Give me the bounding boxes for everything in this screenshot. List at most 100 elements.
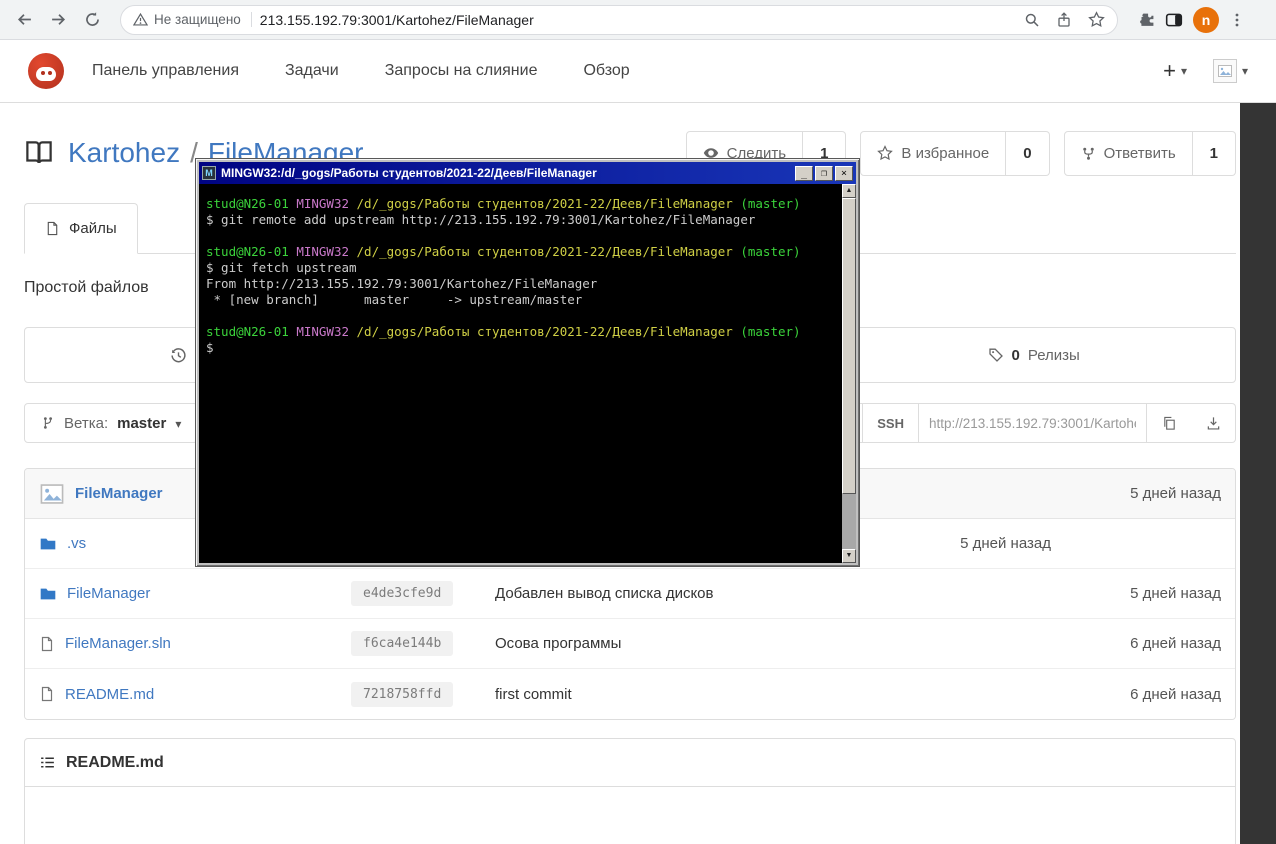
terminal-scrollbar[interactable]: ▲ ▼ bbox=[842, 184, 856, 563]
scroll-up-icon[interactable]: ▲ bbox=[842, 184, 856, 198]
list-icon bbox=[39, 754, 56, 771]
minimize-button[interactable]: _ bbox=[795, 165, 813, 181]
nav-link-explore[interactable]: Обзор bbox=[583, 62, 629, 80]
file-link[interactable]: FileManager bbox=[67, 585, 150, 602]
nav-link-pull-requests[interactable]: Запросы на слияние bbox=[385, 62, 538, 80]
committer-avatar bbox=[39, 481, 65, 507]
gogs-logo[interactable] bbox=[28, 53, 64, 89]
maximize-button[interactable]: ❐ bbox=[815, 165, 833, 181]
ssh-protocol-button[interactable]: SSH bbox=[862, 403, 918, 443]
nav-link-dashboard[interactable]: Панель управления bbox=[92, 62, 239, 80]
folder-icon bbox=[39, 535, 57, 553]
clone-url-input[interactable] bbox=[918, 403, 1146, 443]
file-age: 6 дней назад bbox=[1130, 635, 1221, 652]
branch-icon bbox=[41, 416, 55, 430]
scrollbar-thumb[interactable] bbox=[842, 198, 856, 494]
commit-sha[interactable]: 7218758ffd bbox=[351, 681, 454, 707]
terminal-window[interactable]: M MINGW32:/d/_gogs/Работы студентов/2021… bbox=[195, 158, 860, 567]
commit-message: first commit bbox=[495, 685, 572, 703]
screen: Не защищено 213.155.192.79:3001/Kartohez… bbox=[0, 0, 1276, 844]
warning-icon bbox=[133, 12, 148, 27]
browser-menu-icon[interactable] bbox=[1229, 12, 1245, 28]
releases-label: Релизы bbox=[1027, 346, 1080, 364]
table-row: README.md 7218758ffd first commit 6 дней… bbox=[25, 669, 1235, 719]
user-avatar bbox=[1212, 59, 1237, 83]
close-button[interactable]: × bbox=[835, 165, 853, 181]
table-row: FileManager e4de3cfe9d Добавлен вывод сп… bbox=[25, 569, 1235, 619]
file-link[interactable]: README.md bbox=[65, 686, 154, 703]
share-icon[interactable] bbox=[1056, 11, 1072, 28]
star-button[interactable]: В избранное bbox=[860, 130, 1007, 176]
readme-header: README.md bbox=[25, 739, 1235, 787]
repo-book-icon bbox=[24, 138, 54, 168]
security-indicator[interactable]: Не защищено bbox=[133, 12, 252, 27]
branch-name: master bbox=[117, 414, 167, 432]
url-text[interactable]: 213.155.192.79:3001/Kartohez/FileManager bbox=[260, 12, 1016, 28]
user-menu[interactable] bbox=[1212, 59, 1248, 83]
star-count[interactable]: 0 bbox=[1006, 130, 1050, 176]
zoom-icon[interactable] bbox=[1024, 12, 1040, 28]
terminal-title: MINGW32:/d/_gogs/Работы студентов/2021-2… bbox=[221, 166, 597, 180]
file-age: 6 дней назад bbox=[1130, 685, 1221, 703]
desktop-background-strip bbox=[1240, 103, 1276, 844]
extensions-puzzle-icon[interactable] bbox=[1138, 11, 1155, 28]
fork-button[interactable]: Ответвить bbox=[1063, 130, 1193, 176]
fork-group: Ответвить 1 bbox=[1063, 130, 1236, 176]
repo-owner-link[interactable]: Kartohez bbox=[68, 137, 180, 169]
terminal-icon: M bbox=[202, 166, 216, 180]
terminal-titlebar[interactable]: M MINGW32:/d/_gogs/Работы студентов/2021… bbox=[199, 162, 856, 184]
readme-title: README.md bbox=[66, 753, 164, 771]
plus-icon bbox=[1163, 60, 1176, 83]
branch-selector[interactable]: Ветка: master bbox=[24, 403, 199, 443]
new-repo-menu[interactable] bbox=[1163, 60, 1187, 83]
commit-message: Добавлен вывод списка дисков bbox=[495, 585, 714, 602]
tab-files[interactable]: Файлы bbox=[24, 203, 138, 254]
chevron-down-icon bbox=[1242, 62, 1248, 80]
chevron-down-icon bbox=[1181, 62, 1187, 80]
folder-icon bbox=[39, 585, 57, 603]
star-group: В избранное 0 bbox=[860, 130, 1050, 176]
branch-label: Ветка: bbox=[64, 414, 109, 432]
readme-panel: README.md bbox=[24, 738, 1236, 844]
browser-toolbar: Не защищено 213.155.192.79:3001/Kartohez… bbox=[0, 0, 1276, 40]
commit-message: Осова программы bbox=[495, 635, 622, 652]
star-icon bbox=[877, 145, 894, 161]
nav-link-issues[interactable]: Задачи bbox=[285, 62, 339, 80]
copy-url-button[interactable] bbox=[1146, 403, 1191, 443]
releases-count: 0 bbox=[1011, 346, 1020, 364]
fork-count[interactable]: 1 bbox=[1192, 130, 1236, 176]
file-age: 5 дней назад bbox=[960, 535, 1051, 552]
file-link[interactable]: .vs bbox=[67, 535, 86, 552]
file-icon bbox=[39, 686, 55, 702]
reload-button[interactable] bbox=[78, 6, 106, 34]
security-label: Не защищено bbox=[154, 12, 241, 27]
bookmark-star-icon[interactable] bbox=[1088, 11, 1105, 28]
browser-profile-avatar[interactable]: n bbox=[1193, 6, 1219, 33]
terminal-output[interactable]: stud@N26-01 MINGW32 /d/_gogs/Работы студ… bbox=[199, 184, 842, 563]
copy-icon bbox=[1162, 416, 1177, 431]
stat-releases[interactable]: 0 Релизы bbox=[832, 328, 1235, 382]
download-button[interactable] bbox=[1191, 403, 1236, 443]
address-bar[interactable]: Не защищено 213.155.192.79:3001/Kartohez… bbox=[120, 4, 1118, 35]
commit-sha[interactable]: f6ca4e144b bbox=[351, 631, 454, 656]
committer-name[interactable]: FileManager bbox=[75, 485, 163, 502]
file-icon bbox=[45, 221, 60, 236]
table-row: FileManager.sln f6ca4e144b Осова програм… bbox=[25, 619, 1235, 669]
scroll-down-icon[interactable]: ▼ bbox=[842, 549, 856, 563]
readme-content bbox=[25, 787, 1235, 844]
tag-icon bbox=[988, 347, 1004, 363]
fork-icon bbox=[1081, 146, 1096, 161]
fork-label: Ответвить bbox=[1103, 144, 1176, 162]
gogs-navbar: Панель управления Задачи Запросы на слия… bbox=[0, 40, 1276, 103]
back-button[interactable] bbox=[10, 6, 38, 34]
history-icon bbox=[170, 347, 187, 364]
forward-button[interactable] bbox=[44, 6, 72, 34]
file-link[interactable]: FileManager.sln bbox=[65, 635, 171, 652]
file-age: 5 дней назад bbox=[1130, 585, 1221, 602]
star-label: В избранное bbox=[901, 144, 990, 162]
commit-sha[interactable]: e4de3cfe9d bbox=[351, 581, 454, 606]
chevron-down-icon bbox=[175, 415, 181, 432]
side-panel-icon[interactable] bbox=[1165, 11, 1183, 29]
tab-files-label: Файлы bbox=[69, 220, 117, 237]
file-icon bbox=[39, 636, 55, 652]
